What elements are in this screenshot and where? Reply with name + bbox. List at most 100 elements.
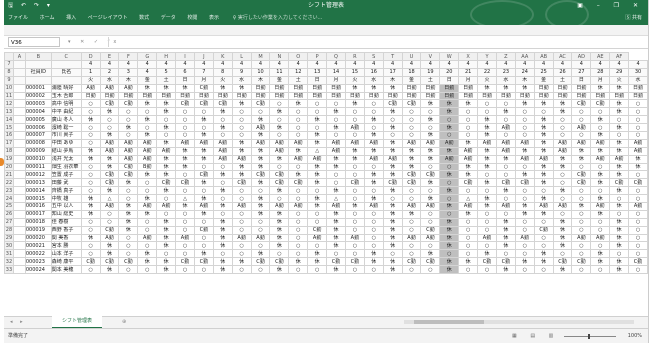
shift-cell[interactable]: A勤 [269,202,290,211]
shift-cell[interactable]: 休 [175,146,195,156]
shift-cell[interactable]: ○ [193,241,214,251]
employee-name[interactable]: 廣山 冬人 [50,115,82,125]
shift-cell[interactable]: 休 [552,99,573,109]
shift-cell[interactable]: C勤 [628,178,648,188]
shift-cell[interactable]: 休 [495,107,516,117]
shift-cell[interactable]: A勤 [609,154,630,164]
shift-cell[interactable]: A勤 [307,154,328,164]
shift-cell[interactable]: ○ [118,241,139,251]
row-number[interactable]: 31 [4,249,14,259]
shift-cell[interactable]: 休 [552,217,573,227]
shift-cell[interactable]: 休 [307,170,328,180]
column-header[interactable]: Q [326,52,346,61]
shift-cell[interactable]: ○ [118,115,139,125]
date-header-cell[interactable]: 4 [231,60,252,69]
shift-cell[interactable]: A勤 [495,202,516,211]
shift-cell[interactable]: ○ [326,249,346,259]
shift-cell[interactable]: ○ [363,217,384,227]
shift-cell[interactable]: A勤 [514,138,535,148]
shift-cell[interactable]: ○ [175,249,195,259]
shift-cell[interactable]: 休 [609,233,630,243]
date-header-cell[interactable]: 火 [212,75,233,85]
employee-id[interactable]: 000023 [24,257,52,267]
shift-cell[interactable]: 休 [269,123,290,133]
shift-cell[interactable]: ○ [533,107,554,117]
shift-cell[interactable]: 日勤 [571,91,592,101]
shift-cell[interactable]: ○ [477,170,497,180]
shift-cell[interactable]: ○ [326,178,346,188]
shift-cell[interactable]: A勤 [231,202,252,211]
shift-cell[interactable]: ○ [80,217,101,227]
date-header-cell[interactable]: 4 [495,60,516,69]
shift-cell[interactable]: A勤 [137,202,158,211]
shift-cell[interactable]: ○ [212,115,233,125]
shift-cell[interactable]: ○ [175,170,195,180]
shift-cell[interactable]: ○ [458,265,479,275]
shift-cell[interactable]: ○ [288,115,309,125]
shift-cell[interactable]: 休 [250,178,271,188]
shift-cell[interactable]: 日勤 [590,91,611,101]
column-header[interactable]: P [307,52,328,61]
shift-cell[interactable]: 休 [80,115,101,125]
shift-cell[interactable]: 休 [326,186,346,196]
shift-cell[interactable]: A勤 [118,154,139,164]
shift-cell[interactable]: C勤 [175,257,195,267]
shift-cell[interactable]: ○ [80,123,101,133]
shift-cell[interactable]: 休 [477,115,497,125]
shift-cell[interactable]: ○ [552,131,573,140]
shift-cell[interactable]: ○ [175,186,195,196]
cell[interactable] [12,107,26,117]
shift-cell[interactable]: ○ [269,115,290,125]
employee-id[interactable]: 000006 [24,123,52,133]
shift-cell[interactable]: ○ [363,225,384,235]
employee-id[interactable]: 000015 [24,194,52,204]
shift-cell[interactable]: A勤 [571,138,592,148]
employee-name[interactable]: 中平 由紀 [50,107,82,117]
add-sheet-button[interactable]: ⊕ [122,317,126,328]
shift-cell[interactable]: ○ [552,209,573,219]
shift-cell[interactable]: 日勤 [382,91,403,101]
column-header[interactable]: AC [552,52,573,61]
shift-cell[interactable]: 休 [458,209,479,219]
shift-cell[interactable]: ○ [269,194,290,204]
shift-cell[interactable]: ○ [344,225,365,235]
shift-cell[interactable]: 休 [344,83,365,93]
shift-cell[interactable]: ○ [420,241,441,251]
shift-cell[interactable]: C勤 [477,257,497,267]
shift-cell[interactable]: ○ [571,217,592,227]
shift-cell[interactable]: ○ [269,162,290,172]
shift-cell[interactable]: 日勤 [401,91,422,101]
shift-cell[interactable]: A勤 [552,146,573,156]
cell[interactable] [12,138,26,148]
shift-cell[interactable]: 休 [477,178,497,188]
shift-cell[interactable]: ○ [458,249,479,259]
date-header-cell[interactable]: 4 [137,67,158,77]
shift-cell[interactable]: 休 [250,154,271,164]
shift-cell[interactable]: 休 [609,99,630,109]
shift-cell[interactable]: 休 [439,202,460,211]
shift-cell[interactable]: △ [175,194,195,204]
shift-cell[interactable]: 休 [250,249,271,259]
shift-cell[interactable]: 日勤 [269,91,290,101]
cell[interactable] [12,178,26,188]
cell[interactable] [12,194,26,204]
shift-cell[interactable]: 休 [382,225,403,235]
cell[interactable] [12,265,26,275]
shift-cell[interactable]: ○ [382,249,403,259]
shift-cell[interactable]: ○ [193,162,214,172]
tab-home[interactable]: ホーム [40,12,55,25]
shift-cell[interactable]: ○ [420,162,441,172]
shift-cell[interactable]: A勤 [514,233,535,243]
row-number[interactable]: 10 [4,83,14,93]
shift-cell[interactable]: C勤 [193,83,214,93]
employee-name[interactable]: 五中 以人 [50,202,82,211]
shift-cell[interactable]: 休 [137,209,158,219]
date-header-cell[interactable]: 4 [628,60,648,69]
shift-cell[interactable]: 休 [175,202,195,211]
shift-cell[interactable]: 休 [193,131,214,140]
shift-cell[interactable]: ○ [533,233,554,243]
shift-cell[interactable]: ○ [269,131,290,140]
shift-cell[interactable]: 休 [571,146,592,156]
shift-cell[interactable]: ○ [80,225,101,235]
shift-cell[interactable]: ○ [628,186,648,196]
